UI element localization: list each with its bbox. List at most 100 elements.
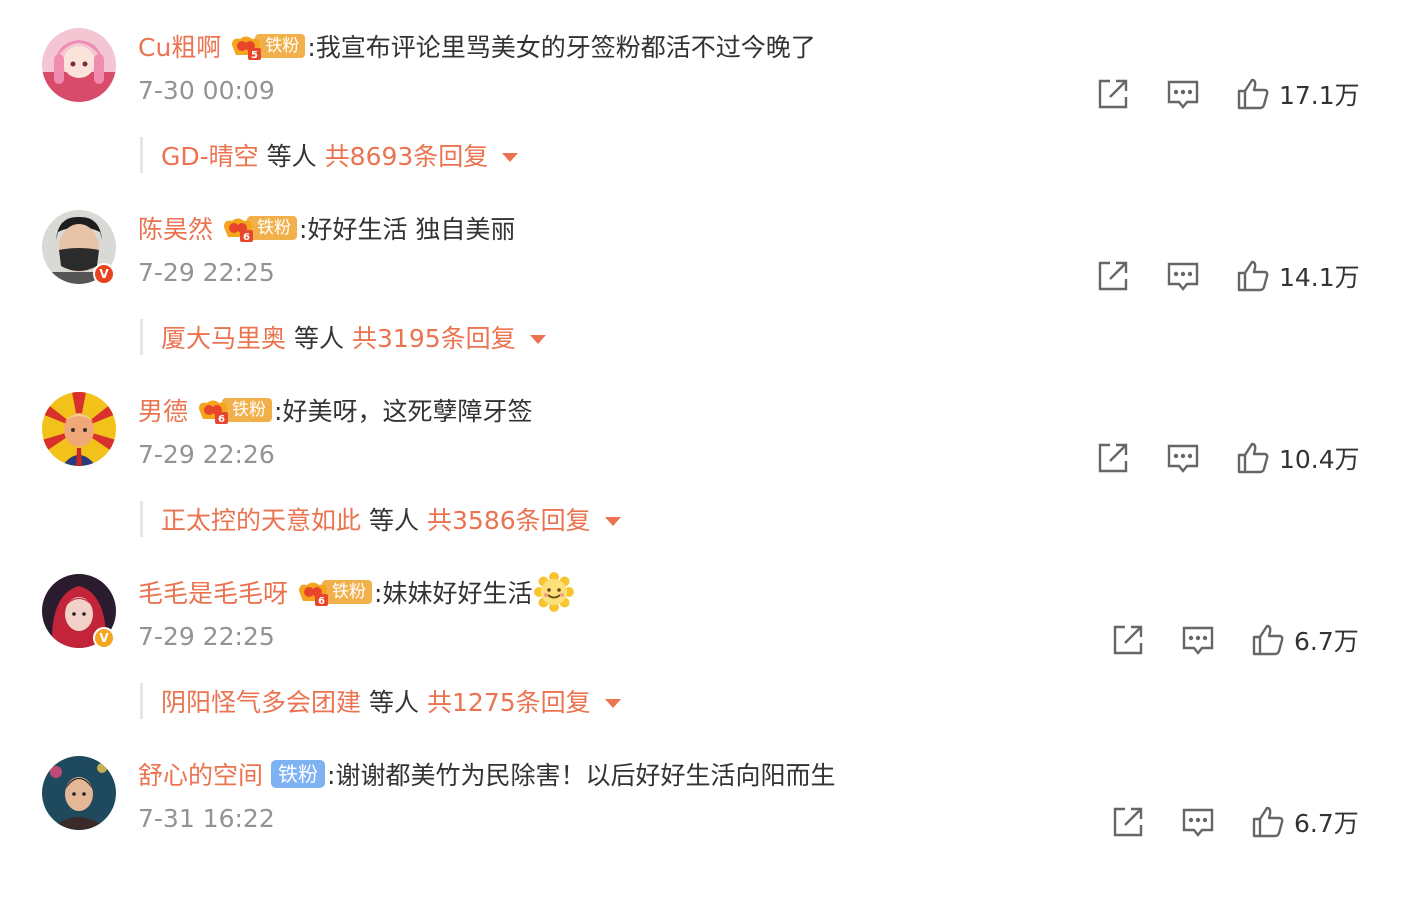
fan-badge[interactable]: 6 铁粉	[196, 396, 273, 425]
fan-badge[interactable]: 铁粉	[271, 760, 326, 788]
comment-header: 舒心的空间 铁粉 :谢谢都美竹为民除害！以后好好生活向阳而生	[138, 754, 835, 794]
reply-summary[interactable]: 正太控的天意如此 等人 共3586条回复	[140, 501, 621, 537]
thumbs-up-icon	[1237, 78, 1269, 110]
crown-icon: 5	[232, 36, 262, 61]
username[interactable]: 毛毛是毛毛呀	[138, 574, 288, 610]
like-button[interactable]	[1250, 622, 1286, 658]
comment-icon	[1182, 808, 1214, 837]
reply-etc: 等人	[266, 142, 317, 171]
fan-badge[interactable]: 5 铁粉	[229, 32, 306, 61]
thumbs-up-icon	[1237, 442, 1269, 474]
comment-header: 陈昊然 6 铁粉 :好好生活 独自美丽	[138, 208, 515, 248]
thumbs-up-icon	[1237, 260, 1269, 292]
reply-total[interactable]: 共8693条回复	[325, 137, 489, 173]
share-icon	[1098, 443, 1128, 473]
share-button[interactable]	[1110, 622, 1146, 658]
caret-down-icon[interactable]	[604, 698, 621, 708]
comment-header: 男德 6 铁粉 :好美呀，这死孽障牙签	[138, 390, 532, 430]
fan-badge[interactable]: 6 铁粉	[296, 578, 373, 607]
comment-time: 7-29 22:26	[138, 440, 275, 469]
reply-button[interactable]	[1165, 440, 1201, 476]
reply-username[interactable]: GD-晴空	[161, 137, 259, 173]
username[interactable]: Cu粗啊	[138, 28, 221, 64]
share-icon	[1098, 79, 1128, 109]
reply-etc: 等人	[369, 688, 420, 717]
thumbs-up-icon	[1252, 624, 1284, 656]
reply-summary[interactable]: 阴阳怪气多会团建 等人 共1275条回复	[140, 683, 621, 719]
comment-text: :好好生活 独自美丽	[299, 215, 516, 244]
reply-etc: 等人	[369, 506, 420, 535]
comment-icon	[1182, 626, 1214, 655]
reply-username[interactable]: 阴阳怪气多会团建	[161, 683, 361, 719]
reply-button[interactable]	[1165, 258, 1201, 294]
like-button[interactable]	[1235, 440, 1271, 476]
like-count: 6.7万	[1294, 627, 1359, 656]
reply-username[interactable]: 厦大马里奥	[161, 319, 286, 355]
username[interactable]: 舒心的空间	[138, 756, 263, 792]
like-button[interactable]	[1235, 258, 1271, 294]
fan-level: 6	[243, 232, 250, 243]
reply-total[interactable]: 共3195条回复	[352, 319, 516, 355]
share-button[interactable]	[1110, 804, 1146, 840]
comment-actions: 6.7万	[1110, 618, 1359, 662]
verified-badge: V	[93, 627, 115, 649]
comment-time: 7-31 16:22	[138, 804, 275, 833]
verified-badge: V	[93, 263, 115, 285]
like-button[interactable]	[1235, 76, 1271, 112]
comment-actions: 6.7万	[1110, 800, 1359, 844]
comment-text: :好美呀，这死孽障牙签	[274, 397, 533, 426]
comment-actions: 10.4万	[1095, 436, 1360, 480]
like-count: 17.1万	[1279, 81, 1360, 110]
comment-header: Cu粗啊 5 铁粉 :我宣布评论里骂美女的牙签粉都活不过今晚了	[138, 26, 816, 66]
avatar[interactable]	[42, 392, 116, 466]
reply-username[interactable]: 正太控的天意如此	[161, 501, 361, 537]
share-icon	[1098, 261, 1128, 291]
thumbs-up-icon	[1252, 806, 1284, 838]
reply-button[interactable]	[1180, 804, 1216, 840]
caret-down-icon[interactable]	[529, 334, 546, 344]
comment-item: V 毛毛是毛毛呀 6 铁粉 :妹妹好好生活 7-29 22:25 6.7万 阴阳…	[0, 546, 1404, 728]
reply-total[interactable]: 共1275条回复	[427, 683, 591, 719]
fan-badge[interactable]: 6 铁粉	[221, 214, 298, 243]
comment-icon	[1167, 262, 1199, 291]
like-count: 10.4万	[1279, 445, 1360, 474]
comment-actions: 17.1万	[1095, 72, 1360, 116]
like-count: 6.7万	[1294, 809, 1359, 838]
comment-item: Cu粗啊 5 铁粉 :我宣布评论里骂美女的牙签粉都活不过今晚了 7-30 00:…	[0, 0, 1404, 182]
username[interactable]: 陈昊然	[138, 210, 213, 246]
fan-level: 5	[251, 50, 258, 61]
like-button[interactable]	[1250, 804, 1286, 840]
fan-level: 6	[318, 596, 325, 607]
comment-time: 7-29 22:25	[138, 622, 275, 651]
share-button[interactable]	[1095, 440, 1131, 476]
comment-icon	[1167, 444, 1199, 473]
share-icon	[1113, 625, 1143, 655]
caret-down-icon[interactable]	[502, 152, 519, 162]
comment-text: :我宣布评论里骂美女的牙签粉都活不过今晚了	[307, 33, 816, 62]
comment-time: 7-30 00:09	[138, 76, 275, 105]
reply-summary[interactable]: GD-晴空 等人 共8693条回复	[140, 137, 519, 173]
comment-item: 男德 6 铁粉 :好美呀，这死孽障牙签 7-29 22:26 10.4万 正太控…	[0, 364, 1404, 546]
like-count: 14.1万	[1279, 263, 1360, 292]
crown-icon: 6	[224, 218, 254, 243]
reply-button[interactable]	[1165, 76, 1201, 112]
share-button[interactable]	[1095, 258, 1131, 294]
fan-level: 6	[218, 414, 225, 425]
reply-summary[interactable]: 厦大马里奥 等人 共3195条回复	[140, 319, 546, 355]
reply-button[interactable]	[1180, 622, 1216, 658]
reply-total[interactable]: 共3586条回复	[427, 501, 591, 537]
comment-actions: 14.1万	[1095, 254, 1360, 298]
comment-text: :谢谢都美竹为民除害！以后好好生活向阳而生	[327, 761, 836, 790]
avatar[interactable]	[42, 756, 116, 830]
reply-etc: 等人	[294, 324, 345, 353]
smile-emoji-icon	[534, 572, 575, 612]
comment-icon	[1167, 80, 1199, 109]
share-button[interactable]	[1095, 76, 1131, 112]
fan-badge-label: 铁粉	[271, 760, 326, 788]
username[interactable]: 男德	[138, 392, 188, 428]
comment-text: :妹妹好好生活	[374, 579, 533, 608]
comment-item: V 陈昊然 6 铁粉 :好好生活 独自美丽 7-29 22:25 14.1万 厦…	[0, 182, 1404, 364]
comment-item: 舒心的空间 铁粉 :谢谢都美竹为民除害！以后好好生活向阳而生 7-31 16:2…	[0, 728, 1404, 910]
caret-down-icon[interactable]	[604, 516, 621, 526]
avatar[interactable]	[42, 28, 116, 102]
